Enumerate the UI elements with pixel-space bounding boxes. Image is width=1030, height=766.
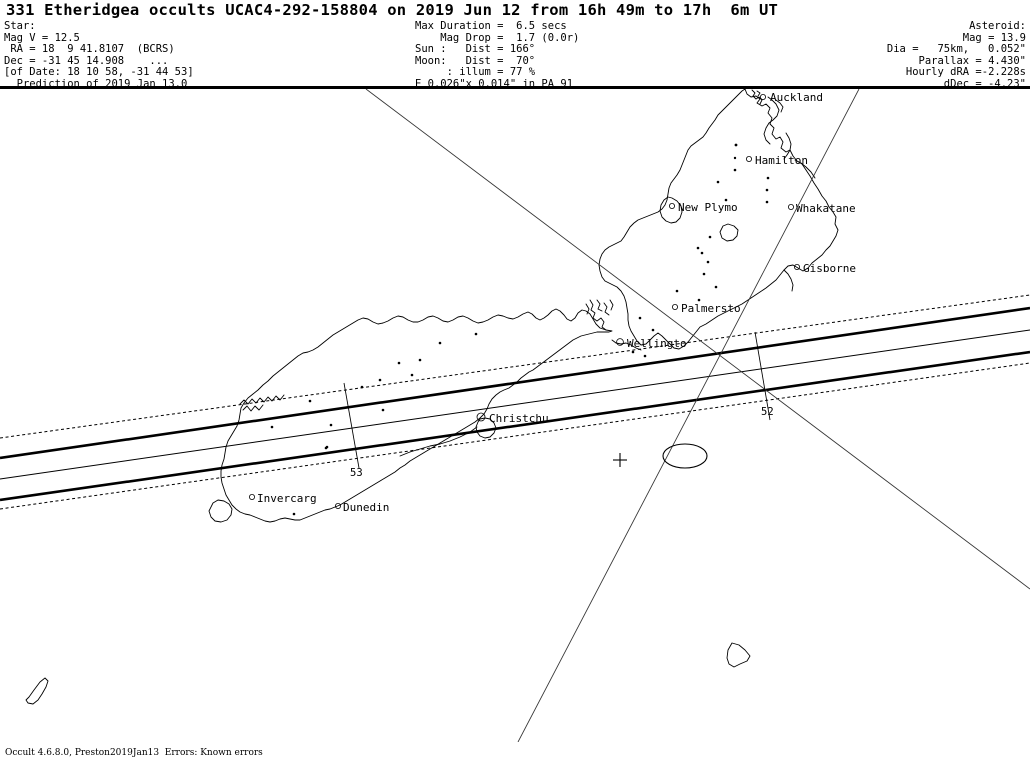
asteroid-info-block: Asteroid: Mag = 13.9 Dia = 75km, 0.052" … (886, 20, 1026, 90)
city-marker-palmerston[interactable]: Palmersto (672, 302, 741, 315)
city-label-palmerston: Palmersto (681, 302, 741, 315)
south-island-coastline (208, 299, 614, 523)
island-chatham (726, 642, 751, 668)
event-circumstances-block: Max Duration = 6.5 secs Mag Drop = 1.7 (… (415, 20, 580, 90)
terminator-lines (365, 89, 1030, 742)
star-info-block: Star: Mag V = 12.5 RA = 18 9 41.8107 (BC… (4, 20, 194, 90)
time-tick-label-52: 52 (761, 406, 774, 418)
city-dot-new-plymouth (669, 202, 676, 209)
occultation-prediction-page: 331 Etheridgea occults UCAC4-292-158804 … (0, 0, 1030, 766)
city-label-christchurch: Christchu (489, 412, 549, 425)
map-svg[interactable]: Auckland Hamilton New Plymo Whakatane Gi (0, 89, 1030, 742)
city-marker-hamilton[interactable]: Hamilton (746, 154, 808, 167)
city-label-whakatane: Whakatane (796, 202, 856, 215)
city-marker-invercargill[interactable]: Invercarg (248, 492, 317, 505)
city-dot-invercargill (248, 493, 255, 500)
city-label-new-plymouth: New Plymo (678, 201, 738, 214)
city-marker-gisborne[interactable]: Gisborne (794, 262, 856, 275)
city-label-invercargill: Invercarg (257, 492, 317, 505)
city-dot-whakatane (788, 203, 795, 210)
asteroid-shadow-ellipse (662, 443, 708, 469)
city-marker-whakatane[interactable]: Whakatane (788, 202, 856, 215)
page-title: 331 Etheridgea occults UCAC4-292-158804 … (6, 1, 779, 19)
occultation-path-band (0, 294, 1030, 510)
island-southwest (25, 677, 49, 705)
header-panel: 331 Etheridgea occults UCAC4-292-158804 … (0, 0, 1030, 90)
outlying-islands (25, 642, 751, 705)
city-marker-wellington[interactable]: Wellingto (616, 337, 687, 350)
city-marker-new-plymouth[interactable]: New Plymo (669, 201, 738, 214)
footer-credit: Occult 4.6.8.0, Preston2019Jan13 Errors:… (5, 748, 263, 758)
tick-line-53 (343, 382, 360, 469)
city-label-auckland: Auckland (770, 91, 823, 104)
path-northern-limit (0, 306, 1030, 460)
time-tick-labels: 52 53 (350, 406, 774, 479)
path-southern-limit (0, 350, 1030, 502)
time-tick-label-53: 53 (350, 467, 363, 479)
city-label-hamilton: Hamilton (755, 154, 808, 167)
city-label-wellington: Wellingto (627, 337, 687, 350)
city-marker-auckland[interactable]: Auckland (760, 91, 823, 104)
terminator-line-b (517, 89, 860, 742)
city-dot-hamilton (746, 155, 753, 162)
city-dot-auckland (760, 94, 767, 101)
city-marker-dunedin[interactable]: Dunedin (334, 501, 389, 514)
shadow-markers (613, 443, 708, 469)
city-dot-palmerston (672, 303, 679, 310)
path-centre-line (0, 329, 1030, 480)
terminator-line-a (365, 89, 1030, 590)
map-canvas[interactable]: Auckland Hamilton New Plymo Whakatane Gi (0, 89, 1030, 742)
city-dot-wellington (616, 338, 624, 346)
city-label-gisborne: Gisborne (803, 262, 856, 275)
city-label-dunedin: Dunedin (343, 501, 389, 514)
shadow-centre-cross (613, 453, 627, 467)
